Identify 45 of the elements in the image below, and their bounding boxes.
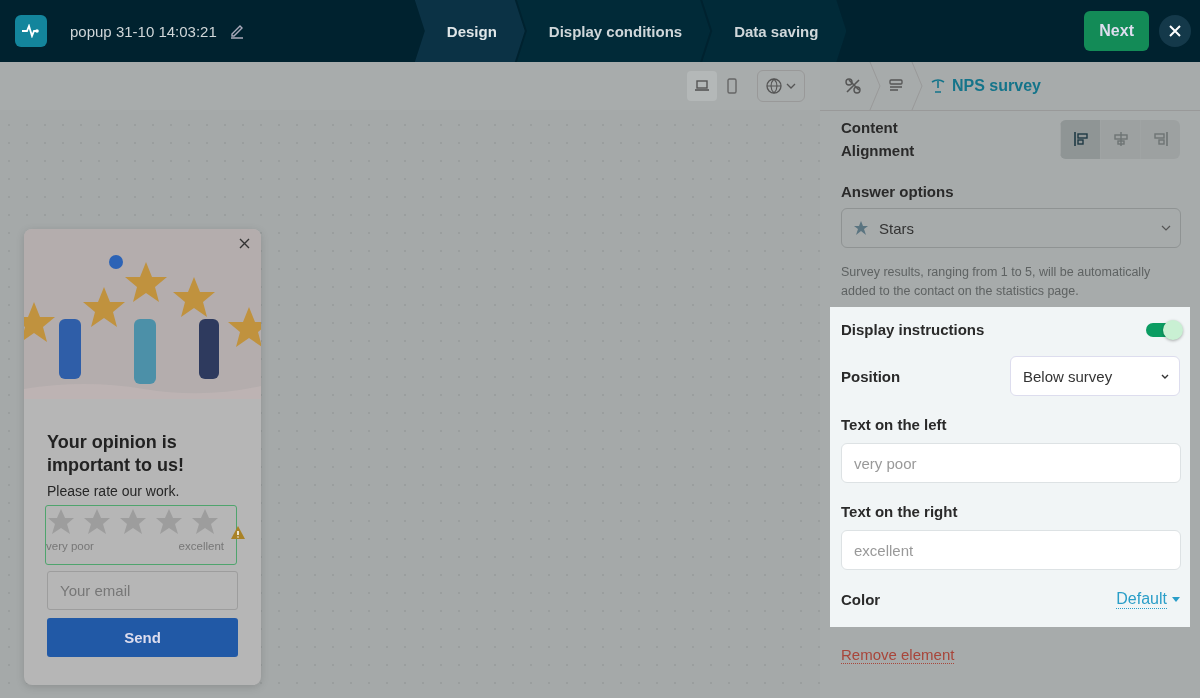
answer-options-select[interactable]: Stars	[841, 208, 1181, 248]
email-field[interactable]: Your email	[47, 571, 238, 610]
send-button[interactable]: Send	[47, 618, 238, 657]
language-dropdown[interactable]	[757, 70, 805, 102]
rating-left-label: very poor	[46, 540, 94, 552]
position-label: Position	[841, 367, 901, 385]
step-tab[interactable]: Design	[414, 0, 525, 62]
popup-heading: Your opinion is important to us!	[47, 431, 185, 477]
next-button[interactable]: Next	[1084, 11, 1149, 51]
instructions-toggle[interactable]	[1146, 322, 1180, 337]
rating-right-label: excellent	[178, 540, 224, 552]
laptop-icon[interactable]	[687, 71, 717, 101]
close-button[interactable]	[1159, 15, 1191, 47]
position-select[interactable]: Below survey	[1010, 356, 1180, 396]
star-icon	[853, 220, 869, 236]
survey-note: Survey results, ranging from 1 to 5, will be automatically added to the contact on the statistics page.	[841, 264, 1152, 300]
left-text-label: Text on the left	[841, 416, 948, 433]
color-label: Color	[841, 591, 881, 608]
alignment-label: Content Alignment	[841, 118, 916, 161]
step-tab[interactable]: Data saving	[702, 0, 847, 62]
star-icon[interactable]	[46, 508, 76, 536]
globe-icon	[766, 78, 782, 94]
close-icon[interactable]	[239, 238, 252, 251]
edit-icon[interactable]	[228, 23, 245, 39]
answer-options-label: Answer options	[841, 183, 955, 200]
caret-icon	[1172, 597, 1180, 602]
left-text-field[interactable]: very poor	[841, 443, 1181, 483]
popup-title: popup 31-10 14:03:21	[70, 22, 217, 40]
right-text-field[interactable]: excellent	[841, 530, 1181, 570]
display-instructions-label: Display instructions	[841, 321, 985, 338]
align-left-icon[interactable]	[1060, 119, 1100, 159]
survey-icon	[930, 78, 946, 94]
step-tab[interactable]: Display conditions	[516, 0, 711, 62]
star-icon[interactable]	[190, 508, 220, 536]
star-icon[interactable]	[82, 508, 112, 536]
right-text-label: Text on the right	[841, 503, 959, 520]
close-icon	[1169, 25, 1181, 37]
star-icon[interactable]	[154, 508, 184, 536]
popup-subtitle: Please rate our work.	[47, 483, 181, 499]
star-icon[interactable]	[118, 508, 148, 536]
caret-icon	[786, 83, 796, 89]
logo-icon[interactable]	[15, 15, 47, 47]
form-icon[interactable]	[888, 78, 904, 94]
warning-icon	[230, 525, 246, 540]
color-dropdown[interactable]: Default	[1116, 590, 1180, 609]
